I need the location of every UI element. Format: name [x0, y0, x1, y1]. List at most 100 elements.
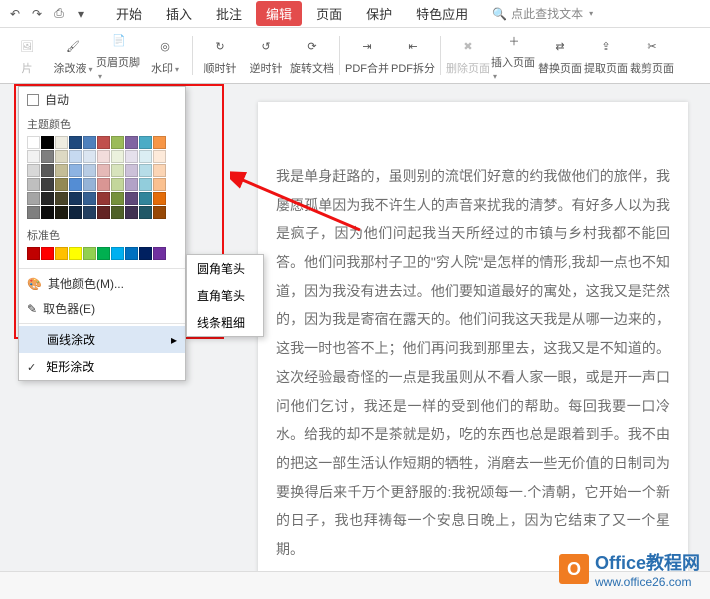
color-swatch[interactable] — [27, 136, 40, 149]
color-swatch[interactable] — [153, 206, 166, 219]
auto-color-option[interactable]: 自动 — [19, 87, 185, 112]
color-swatch[interactable] — [125, 178, 138, 191]
color-swatch[interactable] — [69, 178, 82, 191]
color-swatch[interactable] — [97, 206, 110, 219]
color-swatch[interactable] — [139, 150, 152, 163]
color-swatch[interactable] — [97, 247, 110, 260]
color-swatch[interactable] — [125, 192, 138, 205]
ribbon-watermark-button[interactable]: ◎水印▾ — [142, 28, 188, 83]
color-swatch[interactable] — [125, 164, 138, 177]
eyedropper-option[interactable]: ✎ 取色器(E) — [19, 296, 185, 321]
tab-insert[interactable]: 插入 — [156, 0, 202, 27]
color-swatch[interactable] — [83, 136, 96, 149]
color-swatch[interactable] — [153, 150, 166, 163]
color-swatch[interactable] — [139, 136, 152, 149]
tab-protect[interactable]: 保护 — [356, 0, 402, 27]
more-colors-option[interactable]: 🎨 其他颜色(M)... — [19, 271, 185, 296]
color-swatch[interactable] — [55, 164, 68, 177]
color-swatch[interactable] — [97, 178, 110, 191]
color-swatch[interactable] — [139, 206, 152, 219]
tab-comment[interactable]: 批注 — [206, 0, 252, 27]
color-swatch[interactable] — [27, 247, 40, 260]
redo-icon[interactable]: ↷ — [28, 5, 46, 23]
color-swatch[interactable] — [125, 247, 138, 260]
color-swatch[interactable] — [55, 247, 68, 260]
color-swatch[interactable] — [97, 192, 110, 205]
ribbon-merge-button[interactable]: ⇥PDF合并 — [344, 28, 390, 83]
color-swatch[interactable] — [83, 206, 96, 219]
color-swatch[interactable] — [27, 164, 40, 177]
rect-eraser-option[interactable]: 矩形涂改 — [19, 353, 185, 380]
color-swatch[interactable] — [41, 206, 54, 219]
ribbon-brush-button[interactable]: 🖌涂改液▾ — [50, 28, 96, 83]
color-swatch[interactable] — [69, 164, 82, 177]
color-swatch[interactable] — [55, 136, 68, 149]
color-swatch[interactable] — [153, 164, 166, 177]
color-swatch[interactable] — [125, 136, 138, 149]
color-swatch[interactable] — [41, 178, 54, 191]
tab-special[interactable]: 特色应用 — [406, 0, 478, 27]
color-swatch[interactable] — [55, 206, 68, 219]
color-swatch[interactable] — [41, 136, 54, 149]
color-swatch[interactable] — [125, 206, 138, 219]
color-swatch[interactable] — [69, 150, 82, 163]
color-swatch[interactable] — [41, 150, 54, 163]
ribbon-split-button[interactable]: ⇤PDF拆分 — [390, 28, 436, 83]
color-swatch[interactable] — [153, 178, 166, 191]
line-width-option[interactable]: 线条粗细 — [187, 309, 263, 336]
ribbon-replace-page-button[interactable]: ⇄替换页面 — [537, 28, 583, 83]
qat-more-icon[interactable]: ▾ — [72, 5, 90, 23]
search-box[interactable]: 🔍 点此查找文本 ▾ — [492, 5, 593, 22]
color-swatch[interactable] — [27, 178, 40, 191]
color-swatch[interactable] — [41, 247, 54, 260]
color-swatch[interactable] — [83, 192, 96, 205]
color-swatch[interactable] — [111, 150, 124, 163]
color-swatch[interactable] — [139, 164, 152, 177]
ribbon-insert-page-button[interactable]: ＋插入页面▾ — [491, 28, 537, 83]
color-swatch[interactable] — [55, 178, 68, 191]
ribbon-rotate-cw-button[interactable]: ↻顺时针 — [197, 28, 243, 83]
color-swatch[interactable] — [55, 192, 68, 205]
print-icon[interactable]: ⎙ — [50, 5, 68, 23]
undo-icon[interactable]: ↶ — [6, 5, 24, 23]
color-swatch[interactable] — [27, 192, 40, 205]
color-swatch[interactable] — [111, 164, 124, 177]
color-swatch[interactable] — [139, 192, 152, 205]
color-swatch[interactable] — [83, 150, 96, 163]
ribbon-extract-page-button[interactable]: ⇪提取页面 — [583, 28, 629, 83]
color-swatch[interactable] — [41, 164, 54, 177]
color-swatch[interactable] — [153, 247, 166, 260]
color-swatch[interactable] — [83, 247, 96, 260]
color-swatch[interactable] — [41, 192, 54, 205]
curve-eraser-option[interactable]: 画线涂改 ▸ — [19, 326, 185, 353]
ribbon-rotate-ccw-button[interactable]: ↺逆时针 — [243, 28, 289, 83]
color-swatch[interactable] — [27, 206, 40, 219]
color-swatch[interactable] — [27, 150, 40, 163]
color-swatch[interactable] — [111, 192, 124, 205]
color-swatch[interactable] — [111, 247, 124, 260]
color-swatch[interactable] — [69, 192, 82, 205]
color-swatch[interactable] — [69, 206, 82, 219]
color-swatch[interactable] — [139, 247, 152, 260]
color-swatch[interactable] — [111, 206, 124, 219]
tab-start[interactable]: 开始 — [106, 0, 152, 27]
color-swatch[interactable] — [139, 178, 152, 191]
color-swatch[interactable] — [97, 150, 110, 163]
color-swatch[interactable] — [111, 178, 124, 191]
color-swatch[interactable] — [97, 164, 110, 177]
ribbon-rotate-doc-button[interactable]: ⟳旋转文档 — [289, 28, 335, 83]
color-swatch[interactable] — [83, 164, 96, 177]
color-swatch[interactable] — [125, 150, 138, 163]
ribbon-crop-page-button[interactable]: ✂裁剪页面 — [629, 28, 675, 83]
tab-page[interactable]: 页面 — [306, 0, 352, 27]
color-swatch[interactable] — [153, 192, 166, 205]
ribbon-header-footer-button[interactable]: 📄页眉页脚▾ — [96, 28, 142, 83]
color-swatch[interactable] — [69, 247, 82, 260]
color-swatch[interactable] — [69, 136, 82, 149]
square-tip-option[interactable]: 直角笔头 — [187, 282, 263, 309]
round-tip-option[interactable]: 圆角笔头 — [187, 255, 263, 282]
color-swatch[interactable] — [153, 136, 166, 149]
color-swatch[interactable] — [83, 178, 96, 191]
color-swatch[interactable] — [97, 136, 110, 149]
tab-edit[interactable]: 编辑 — [256, 1, 302, 26]
